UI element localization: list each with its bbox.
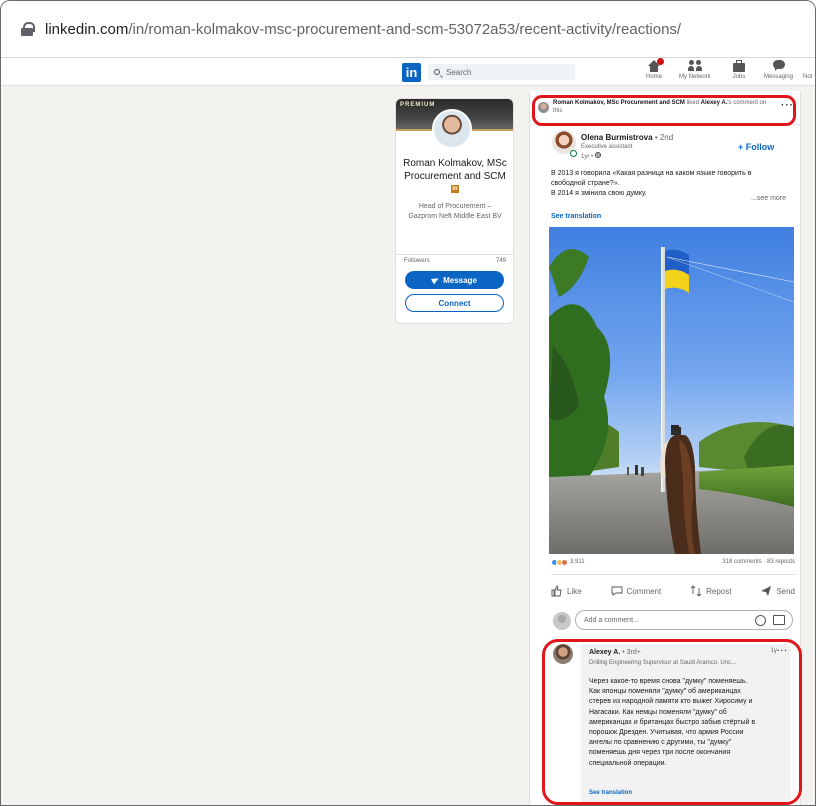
- send-button[interactable]: Send: [760, 585, 795, 597]
- add-comment-placeholder: Add a comment...: [584, 616, 639, 624]
- thumbs-up-icon: [551, 585, 562, 597]
- post-photo[interactable]: [549, 227, 794, 554]
- nav-home-label: Home: [646, 74, 663, 80]
- divider: [551, 574, 795, 575]
- followers-count: 749: [495, 258, 506, 264]
- post-time: 1yr •: [581, 151, 601, 160]
- nav-my-network[interactable]: My Network: [679, 60, 711, 80]
- url-path: /in/roman-kolmakov-msc-procurement-and-s…: [128, 20, 682, 38]
- briefcase-icon: [732, 60, 746, 72]
- reactions-count[interactable]: 3,911: [570, 559, 585, 565]
- followers-row: Followers 749: [404, 258, 506, 264]
- post-stats: 3,911 318 comments · 83 reposts: [551, 558, 795, 570]
- profile-name[interactable]: Roman Kolmakov, MSc Procurement and SCM …: [400, 157, 510, 196]
- nav-messaging-label: Messaging: [764, 74, 794, 80]
- comment-icon: [611, 586, 622, 596]
- viewer-avatar: [553, 612, 571, 630]
- repost-label: Repost: [706, 586, 732, 596]
- comments-reposts-count[interactable]: 318 comments · 83 reposts: [722, 559, 795, 565]
- divider: [396, 254, 513, 255]
- browser-window: linkedin.com/in/roman-kolmakov-msc-procu…: [0, 0, 816, 806]
- lock-icon: [21, 22, 35, 36]
- online-status-icon: [570, 150, 577, 157]
- reactions-icons[interactable]: [551, 559, 568, 566]
- post-actions: Like Comment Repost Send: [551, 581, 795, 601]
- send-icon: [761, 586, 772, 596]
- flagpole-photo: [549, 247, 794, 554]
- post-time-text: 1yr •: [581, 154, 595, 160]
- nav-jobs-label: Jobs: [732, 74, 746, 80]
- search-icon: [434, 69, 440, 75]
- followers-label: Followers: [404, 258, 430, 264]
- search-placeholder: Search: [446, 67, 472, 77]
- follow-button[interactable]: + Follow: [738, 142, 774, 152]
- connect-button[interactable]: Connect: [405, 294, 504, 312]
- send-label: Send: [776, 586, 795, 596]
- url-text[interactable]: linkedin.com/in/roman-kolmakov-msc-procu…: [45, 21, 681, 38]
- post-author-name: Olena Burmistrova: [581, 133, 653, 142]
- profile-headline: Head of Procurement – Gazprom Neft Middl…: [408, 203, 502, 220]
- nav-messaging[interactable]: Messaging: [764, 60, 793, 80]
- add-comment-input[interactable]: Add a comment...: [575, 610, 793, 630]
- image-icon[interactable]: [773, 615, 785, 625]
- premium-badge: PREMIUM: [400, 102, 436, 108]
- notification-dot: [657, 58, 664, 65]
- message-label: Message: [443, 275, 477, 285]
- messaging-icon: [772, 60, 786, 72]
- post-author[interactable]: Olena Burmistrova • 2nd: [581, 133, 673, 142]
- emoji-icon[interactable]: [755, 615, 766, 626]
- profile-name-text: Roman Kolmakov, MSc Procurement and SCM: [403, 158, 507, 182]
- linkedin-premium-icon: in: [451, 185, 459, 194]
- network-icon: [687, 60, 702, 72]
- post-author-title: Executive assistant: [581, 144, 633, 150]
- home-icon: [647, 58, 664, 72]
- profile-avatar[interactable]: [432, 109, 472, 149]
- love-reaction-icon: [561, 559, 568, 566]
- connect-label: Connect: [438, 298, 471, 308]
- linkedin-logo[interactable]: in: [402, 63, 421, 82]
- globe-icon: [594, 151, 601, 159]
- linkedin-navbar: in Search Home My Network Jobs Messaging…: [1, 58, 815, 86]
- comment-button[interactable]: Comment: [611, 585, 662, 597]
- see-more-link[interactable]: ...see more: [751, 195, 786, 202]
- url-domain: linkedin.com: [45, 20, 129, 38]
- address-bar[interactable]: linkedin.com/in/roman-kolmakov-msc-procu…: [1, 1, 815, 58]
- repost-button[interactable]: Repost: [690, 585, 731, 597]
- nav-jobs[interactable]: Jobs: [732, 60, 746, 80]
- like-label: Like: [567, 586, 582, 596]
- post-author-degree: • 2nd: [654, 133, 674, 142]
- post-text-line: свободной стране?».: [551, 180, 620, 187]
- highlight-comment: [542, 639, 802, 805]
- like-button[interactable]: Like: [551, 585, 582, 597]
- nav-home[interactable]: Home: [646, 58, 664, 80]
- highlight-activity-header: [532, 95, 796, 126]
- search-input[interactable]: Search: [428, 64, 575, 80]
- nav-notifications-label: Not: [803, 74, 813, 80]
- nav-my-network-label: My Network: [679, 74, 711, 80]
- profile-card: PREMIUM Roman Kolmakov, MSc Procurement …: [395, 98, 514, 324]
- repost-icon: [690, 585, 702, 597]
- see-translation-link[interactable]: See translation: [551, 213, 601, 220]
- post-text-line: В 2013 я говорила «Какая разница на како…: [551, 170, 752, 177]
- message-button[interactable]: Message: [405, 271, 504, 289]
- paper-plane-icon: [431, 275, 441, 285]
- nav-notifications[interactable]: Not: [803, 72, 812, 80]
- comment-label: Comment: [626, 586, 662, 596]
